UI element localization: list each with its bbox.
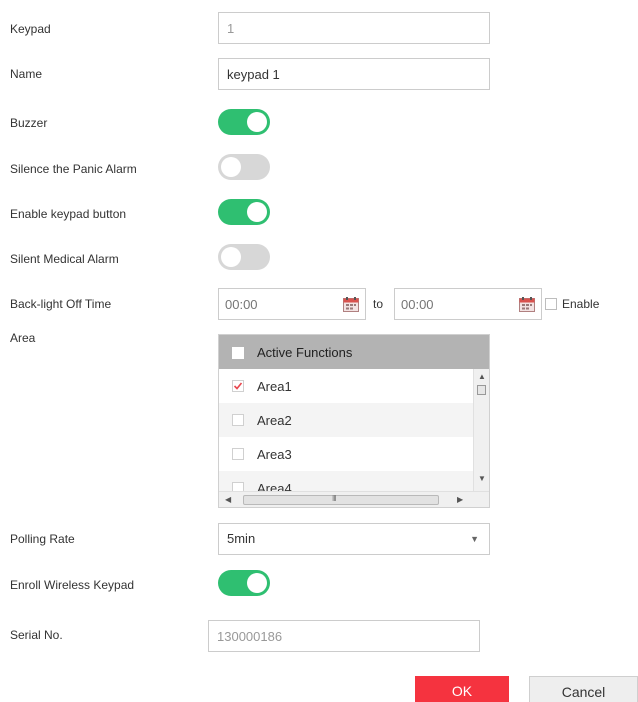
silence-panic-label: Silence the Panic Alarm	[10, 162, 137, 176]
area-row[interactable]: Area1	[219, 369, 473, 403]
polling-rate-select[interactable]: 5min ▼	[218, 523, 490, 555]
toggle-knob	[221, 247, 241, 267]
scroll-down-icon[interactable]: ▼	[478, 475, 486, 483]
backlight-end-input[interactable]	[395, 289, 495, 319]
chevron-down-icon: ▼	[470, 534, 479, 544]
area-row-checkbox[interactable]	[232, 380, 244, 392]
enable-keypad-button-label: Enable keypad button	[10, 207, 127, 221]
to-label: to	[373, 297, 384, 311]
enroll-wireless-label: Enroll Wireless Keypad	[10, 578, 135, 592]
backlight-enable-label: Enable	[562, 297, 600, 311]
backlight-end-field[interactable]	[394, 288, 542, 320]
buzzer-toggle[interactable]	[218, 109, 270, 135]
area-row[interactable]: Area3	[219, 437, 473, 471]
scroll-grip: III	[332, 494, 337, 503]
toggle-knob	[247, 573, 267, 593]
backlight-start-field[interactable]	[218, 288, 366, 320]
cancel-button[interactable]: Cancel	[529, 676, 638, 702]
area-row-label: Area3	[257, 447, 292, 462]
name-label: Name	[10, 67, 43, 81]
keypad-label: Keypad	[10, 22, 51, 36]
silent-medical-toggle[interactable]	[218, 244, 270, 270]
toggle-knob	[247, 202, 267, 222]
backlight-label: Back-light Off Time	[10, 297, 112, 311]
scroll-thumb[interactable]	[477, 385, 486, 395]
enable-keypad-button-toggle[interactable]	[218, 199, 270, 225]
calendar-icon[interactable]	[343, 297, 359, 312]
area-header-label: Active Functions	[257, 345, 353, 360]
polling-rate-value: 5min	[227, 531, 256, 546]
horizontal-scrollbar[interactable]: ◀ III ▶	[219, 491, 489, 507]
area-row-label: Area2	[257, 413, 292, 428]
area-row-checkbox[interactable]	[232, 414, 244, 426]
area-list: Active Functions Area1 Area2 Area3 Area4…	[218, 334, 490, 508]
area-label: Area	[10, 331, 36, 345]
silence-panic-toggle[interactable]	[218, 154, 270, 180]
polling-rate-label: Polling Rate	[10, 532, 75, 546]
scroll-thumb[interactable]: III	[243, 494, 439, 505]
area-list-header: Active Functions	[219, 335, 489, 369]
serial-no-input[interactable]	[208, 620, 480, 652]
keypad-input[interactable]	[218, 12, 490, 44]
scroll-up-icon[interactable]: ▲	[478, 373, 486, 381]
enroll-wireless-toggle[interactable]	[218, 570, 270, 596]
scroll-left-icon[interactable]: ◀	[225, 496, 231, 504]
backlight-enable-checkbox[interactable]	[545, 298, 557, 310]
vertical-scrollbar[interactable]: ▲ ▼	[473, 369, 489, 491]
backlight-start-input[interactable]	[219, 289, 319, 319]
ok-button[interactable]: OK	[415, 676, 509, 702]
calendar-icon[interactable]	[519, 297, 535, 312]
name-input[interactable]	[218, 58, 490, 90]
buzzer-label: Buzzer	[10, 116, 48, 130]
area-row[interactable]: Area2	[219, 403, 473, 437]
serial-no-label: Serial No.	[10, 628, 63, 642]
check-icon	[233, 382, 243, 390]
toggle-knob	[247, 112, 267, 132]
area-row-checkbox[interactable]	[232, 448, 244, 460]
scroll-right-icon[interactable]: ▶	[457, 496, 463, 504]
select-all-checkbox[interactable]	[232, 347, 244, 359]
silent-medical-label: Silent Medical Alarm	[10, 252, 119, 266]
toggle-knob	[221, 157, 241, 177]
area-row-label: Area1	[257, 379, 292, 394]
